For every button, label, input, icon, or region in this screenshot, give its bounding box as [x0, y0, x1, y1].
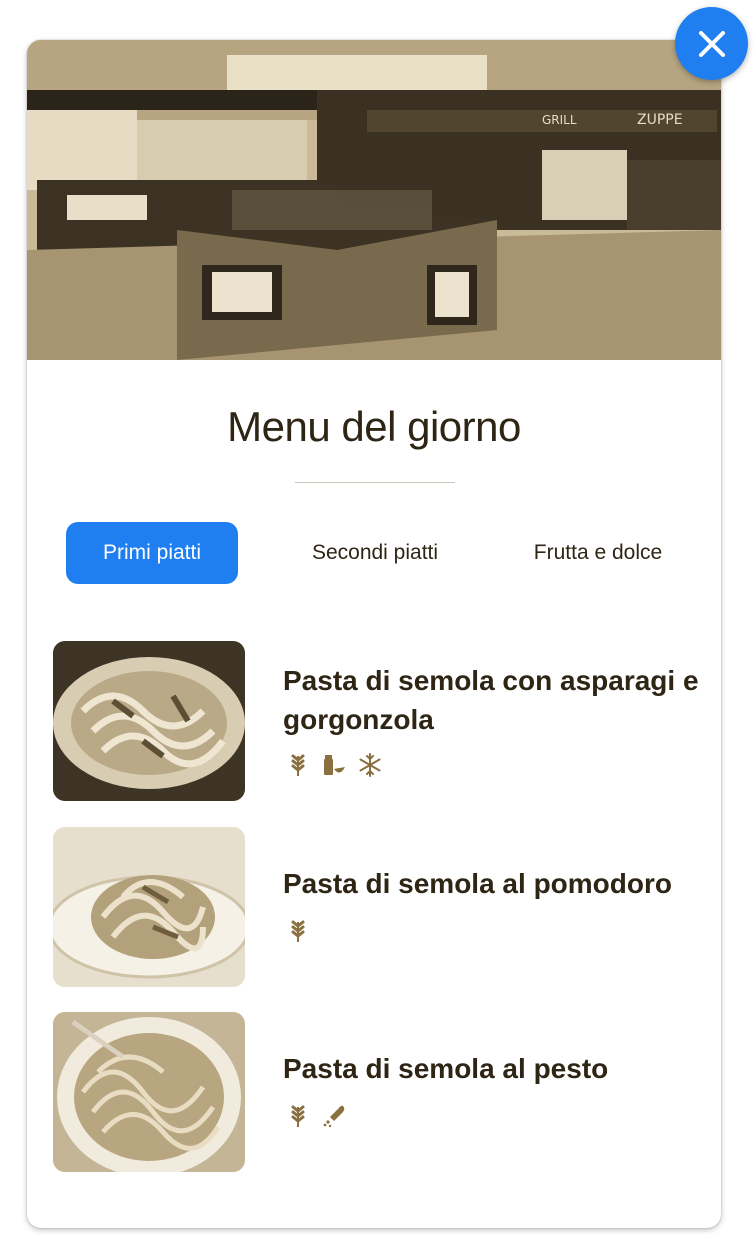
dish-photo — [53, 1012, 245, 1172]
dish-item[interactable]: Pasta di semola al pesto — [53, 1012, 703, 1172]
dish-item[interactable]: Pasta di semola al pomodoro — [53, 827, 703, 987]
wheat-icon — [291, 1105, 305, 1127]
frozen-icon — [359, 753, 381, 777]
dish-item[interactable]: Pasta di semola con asparagi e gorgonzol… — [53, 641, 703, 801]
allergen-icons — [286, 919, 310, 943]
wheat-icon — [291, 754, 305, 776]
svg-text:GRILL: GRILL — [542, 113, 577, 127]
dish-photo — [53, 827, 245, 987]
dairy-icon — [324, 755, 345, 775]
dish-photo — [53, 641, 245, 801]
svg-text:ZUPPE: ZUPPE — [637, 112, 683, 128]
title-divider — [295, 482, 455, 483]
tab-primi-piatti[interactable]: Primi piatti — [66, 522, 238, 584]
dish-name: Pasta di semola al pesto — [283, 1053, 609, 1084]
menu-title: Menu del giorno — [227, 403, 521, 450]
allergen-icons — [286, 753, 382, 777]
nuts-icon — [323, 1105, 345, 1128]
tab-frutta-e-dolce[interactable]: Frutta e dolce — [510, 522, 686, 584]
close-icon — [698, 30, 725, 57]
dish-name: Pasta di semola con asparagi e gorgonzol… — [283, 665, 699, 735]
tab-secondi-piatti[interactable]: Secondi piatti — [285, 522, 465, 584]
allergen-icons — [286, 1104, 346, 1128]
menu-dialog: ZUPPE GRILL Menu del giorno Primi piatti… — [27, 40, 721, 1228]
dish-name: Pasta di semola al pomodoro — [283, 868, 672, 899]
hero-image: ZUPPE GRILL — [27, 40, 721, 360]
wheat-icon — [291, 920, 305, 942]
menu-tabs: Primi piatti Secondi piatti Frutta e dol… — [27, 522, 721, 584]
close-button[interactable] — [675, 7, 748, 80]
